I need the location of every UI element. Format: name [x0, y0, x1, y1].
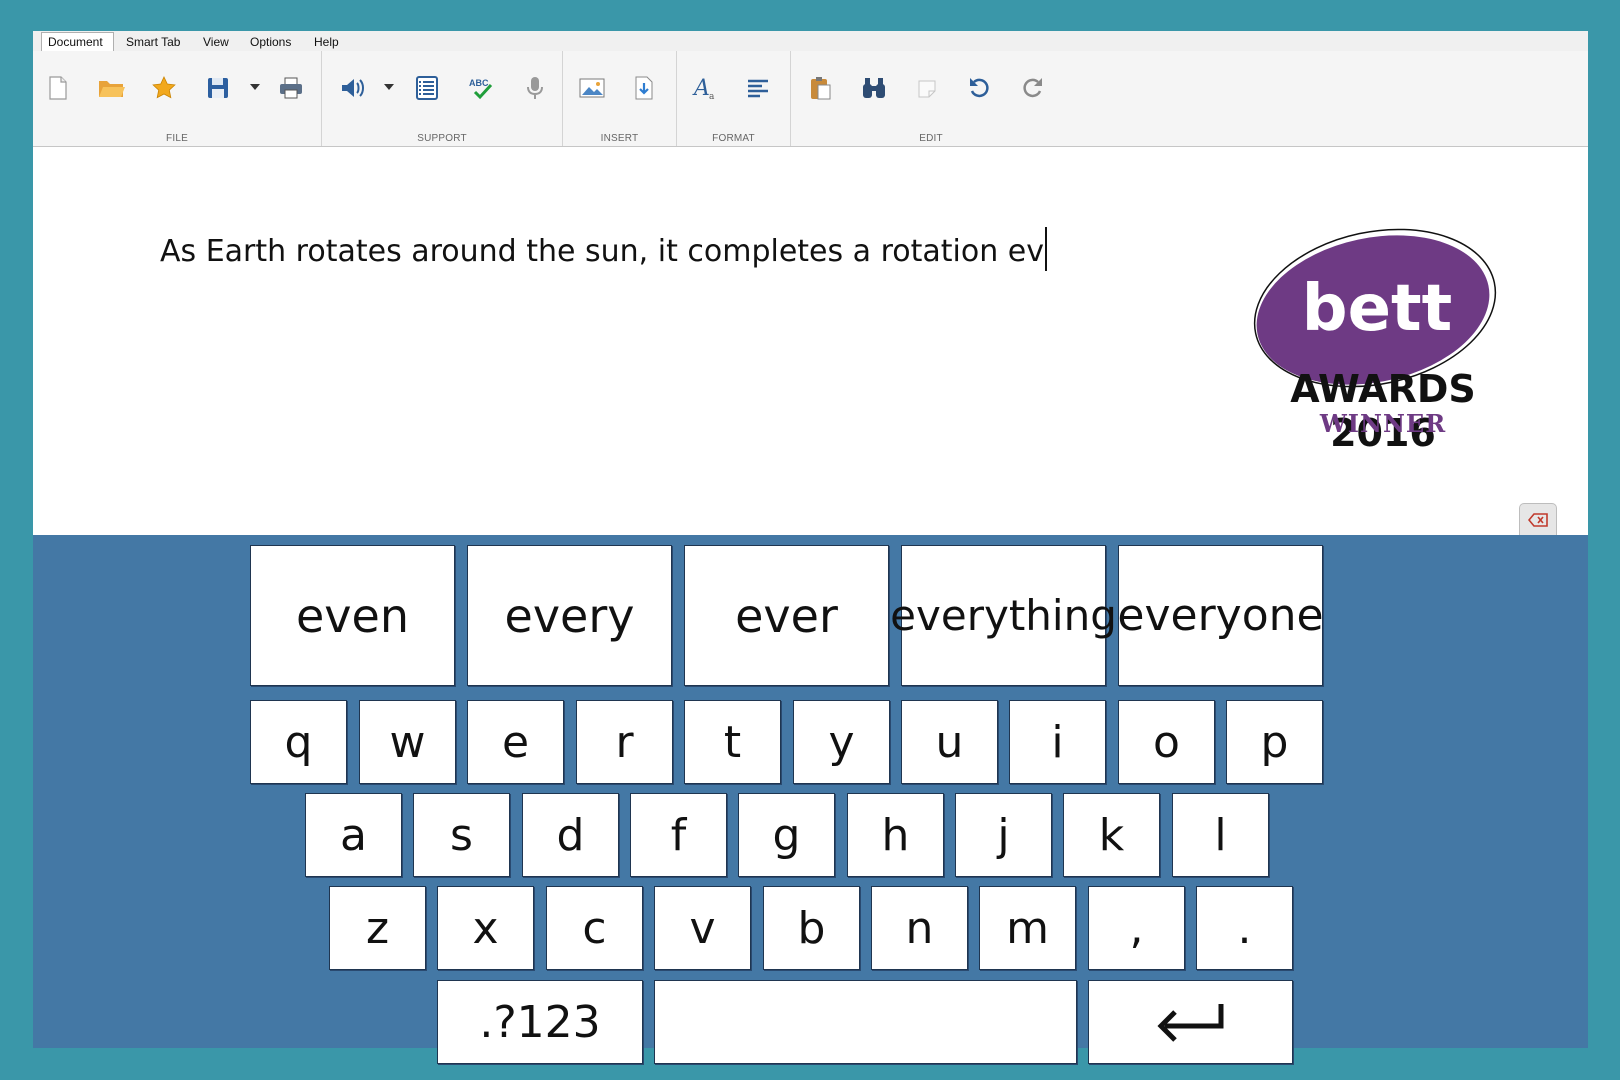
menu-tab-bar: Document Smart Tab View Options Help: [33, 31, 1588, 52]
key-w[interactable]: w: [359, 700, 456, 784]
key-e[interactable]: e: [467, 700, 564, 784]
prediction-key[interactable]: everyone: [1117, 545, 1324, 686]
key-j[interactable]: j: [955, 793, 1052, 877]
tab-options[interactable]: Options: [244, 33, 297, 51]
key-v[interactable]: v: [654, 886, 751, 970]
insert-file-icon[interactable]: [629, 73, 659, 103]
key-l[interactable]: l: [1172, 793, 1269, 877]
key-m[interactable]: m: [979, 886, 1076, 970]
key-g[interactable]: g: [738, 793, 835, 877]
key-r[interactable]: r: [576, 700, 673, 784]
winner-label: WINNER: [1319, 409, 1447, 438]
enter-arrow-icon: [1156, 1004, 1223, 1042]
ribbon-group-file: FILE: [33, 51, 322, 146]
undo-icon[interactable]: [964, 73, 994, 103]
microphone-icon[interactable]: [520, 73, 550, 103]
key-o[interactable]: o: [1118, 700, 1215, 784]
speak-dropdown-icon[interactable]: [383, 81, 395, 93]
key-k[interactable]: k: [1063, 793, 1160, 877]
svg-text:A: A: [692, 76, 710, 101]
backspace-keyboard-icon: [1528, 512, 1548, 527]
key-period[interactable]: .: [1196, 886, 1293, 970]
key-t[interactable]: t: [684, 700, 781, 784]
redo-icon[interactable]: [1018, 73, 1048, 103]
ribbon-group-edit: EDIT: [791, 51, 1071, 146]
new-document-icon[interactable]: [43, 73, 73, 103]
prediction-key[interactable]: even: [250, 545, 455, 686]
tab-document[interactable]: Document: [41, 32, 114, 51]
tab-help[interactable]: Help: [308, 33, 345, 51]
tab-view[interactable]: View: [197, 33, 235, 51]
on-screen-keyboard: even every ever everything everyone q w …: [33, 535, 1588, 1064]
paste-icon[interactable]: [805, 73, 835, 103]
clear-icon[interactable]: [912, 73, 942, 103]
group-label-edit: EDIT: [919, 133, 943, 144]
key-a[interactable]: a: [305, 793, 402, 877]
app-window: Document Smart Tab View Options Help FIL…: [33, 31, 1588, 1064]
find-icon[interactable]: [859, 73, 889, 103]
save-dropdown-icon[interactable]: [249, 81, 261, 93]
text-caret: [1045, 227, 1047, 271]
bett-logo-text: bett: [1302, 272, 1452, 346]
document-text[interactable]: As Earth rotates around the sun, it comp…: [160, 227, 1047, 271]
speak-icon[interactable]: [338, 73, 368, 103]
key-n[interactable]: n: [871, 886, 968, 970]
save-icon[interactable]: [203, 73, 233, 103]
favorite-star-icon[interactable]: [149, 73, 179, 103]
align-left-icon[interactable]: [743, 73, 773, 103]
key-h[interactable]: h: [847, 793, 944, 877]
ribbon-group-support: ABC SUPPORT: [322, 51, 563, 146]
word-list-icon[interactable]: [412, 73, 442, 103]
key-s[interactable]: s: [413, 793, 510, 877]
keyboard-toggle-button[interactable]: [1519, 503, 1557, 535]
key-q[interactable]: q: [250, 700, 347, 784]
insert-image-icon[interactable]: [577, 73, 607, 103]
font-icon[interactable]: Aa: [691, 73, 721, 103]
key-d[interactable]: d: [522, 793, 619, 877]
print-icon[interactable]: [276, 73, 306, 103]
enter-key[interactable]: [1088, 980, 1293, 1064]
prediction-key[interactable]: everything: [890, 545, 1117, 686]
key-p[interactable]: p: [1226, 700, 1323, 784]
open-folder-icon[interactable]: [96, 73, 126, 103]
prediction-key[interactable]: ever: [684, 545, 889, 686]
group-label-format: FORMAT: [712, 133, 755, 144]
key-y[interactable]: y: [793, 700, 890, 784]
key-f[interactable]: f: [630, 793, 727, 877]
prediction-key[interactable]: every: [467, 545, 672, 686]
key-i[interactable]: i: [1009, 700, 1106, 784]
group-label-insert: INSERT: [600, 133, 639, 144]
ribbon-toolbar: FILE ABC SUPPORT INSERT A a FORMAT EDIT: [33, 51, 1588, 147]
tab-smart-tab[interactable]: Smart Tab: [120, 33, 186, 51]
key-u[interactable]: u: [901, 700, 998, 784]
svg-text:a: a: [709, 92, 715, 101]
group-label-file: FILE: [166, 133, 188, 144]
document-area[interactable]: As Earth rotates around the sun, it comp…: [33, 147, 1588, 535]
svg-text:ABC: ABC: [469, 78, 489, 88]
key-z[interactable]: z: [329, 886, 426, 970]
symbols-key[interactable]: .?123: [437, 980, 643, 1064]
key-comma[interactable]: ,: [1088, 886, 1185, 970]
ribbon-group-format: Aa FORMAT: [677, 51, 791, 146]
group-label-support: SUPPORT: [417, 133, 467, 144]
space-key[interactable]: [654, 980, 1077, 1064]
key-x[interactable]: x: [437, 886, 534, 970]
ribbon-group-insert: INSERT: [563, 51, 677, 146]
key-b[interactable]: b: [763, 886, 860, 970]
document-text-content: As Earth rotates around the sun, it comp…: [160, 234, 1044, 269]
key-c[interactable]: c: [546, 886, 643, 970]
spellcheck-icon[interactable]: ABC: [467, 73, 497, 103]
